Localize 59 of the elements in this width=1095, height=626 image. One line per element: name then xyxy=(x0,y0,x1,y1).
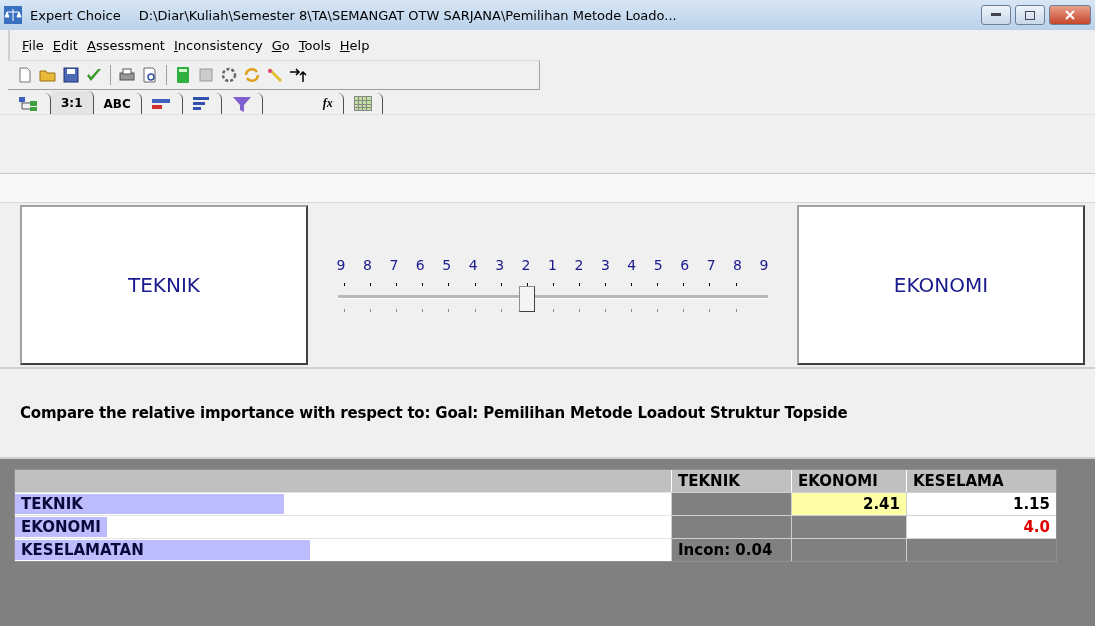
gear-icon[interactable] xyxy=(220,66,238,84)
row-name: TEKNIK xyxy=(20,495,83,513)
arrows-icon[interactable] xyxy=(289,66,307,84)
menu-item[interactable]: File xyxy=(22,37,44,53)
tab[interactable]: 3:1 xyxy=(51,91,94,114)
grid-icon xyxy=(353,96,372,111)
save-icon[interactable] xyxy=(62,66,80,84)
menu-item[interactable]: Go xyxy=(271,37,290,53)
minimize-button[interactable] xyxy=(981,5,1011,25)
scale-label: 4 xyxy=(626,257,638,273)
scale-label: 7 xyxy=(705,257,717,273)
scale-label: 8 xyxy=(361,257,373,273)
scale-label: 5 xyxy=(441,257,453,273)
slider-thumb[interactable] xyxy=(519,286,536,312)
scales-icon xyxy=(4,6,22,24)
maximize-icon xyxy=(1025,10,1035,20)
bar-chart-icon xyxy=(151,96,172,111)
row-name: KESELAMATAN xyxy=(20,541,144,559)
close-icon xyxy=(1065,10,1075,20)
scale-label: 1 xyxy=(547,257,558,273)
horizontal-bars-icon xyxy=(192,95,211,112)
scale-label: 9 xyxy=(758,257,770,273)
right-criterion[interactable]: EKONOMI xyxy=(797,205,1085,365)
scale-label: 6 xyxy=(414,257,426,273)
scale-label: 6 xyxy=(679,257,691,273)
judgment-cell[interactable]: 1.15 xyxy=(906,492,1056,515)
scale-label: 3 xyxy=(599,257,611,273)
column-header: EKONOMI xyxy=(791,470,906,492)
app-name: Expert Choice xyxy=(30,7,121,23)
menu-item[interactable]: Help xyxy=(339,37,370,53)
inconsistency-cell: Incon: 0.04 xyxy=(671,538,791,561)
calculator-icon[interactable] xyxy=(174,66,192,84)
row-name: EKONOMI xyxy=(20,518,101,536)
judgment-cell[interactable]: 2.41 xyxy=(791,492,906,515)
wand-icon[interactable] xyxy=(266,66,284,84)
column-header: TEKNIK xyxy=(671,470,791,492)
scale-label: 4 xyxy=(467,257,479,273)
scale-label: 2 xyxy=(520,257,532,273)
scale-label: 7 xyxy=(388,257,400,273)
menu-item[interactable]: Assessment xyxy=(86,37,165,53)
funnel-icon xyxy=(231,94,252,113)
scale-label: 9 xyxy=(335,257,347,273)
scale-label: 5 xyxy=(652,257,664,273)
print-icon[interactable] xyxy=(118,66,136,84)
close-button[interactable] xyxy=(1049,5,1091,25)
scale-label: 2 xyxy=(573,257,585,273)
left-criterion[interactable]: TEKNIK xyxy=(20,205,308,365)
column-header: KESELAMA xyxy=(906,470,1056,492)
minimize-icon xyxy=(991,13,1001,17)
window-title: D:\Diar\Kuliah\Semester 8\TA\SEMANGAT OTW SARJANA\Pemilihan Metode Loado... xyxy=(138,7,677,23)
maximize-button[interactable] xyxy=(1015,5,1045,25)
print-preview-icon[interactable] xyxy=(141,66,159,84)
hierarchy-icon xyxy=(18,95,40,112)
menu-item[interactable]: Inconsistency xyxy=(173,37,263,53)
scale-label: 3 xyxy=(494,257,506,273)
scale-label: 8 xyxy=(732,257,743,273)
judgment-cell[interactable]: 4.0 xyxy=(906,515,1056,538)
menu-item[interactable]: Tools xyxy=(298,37,331,53)
menu-item[interactable]: Edit xyxy=(52,37,78,53)
